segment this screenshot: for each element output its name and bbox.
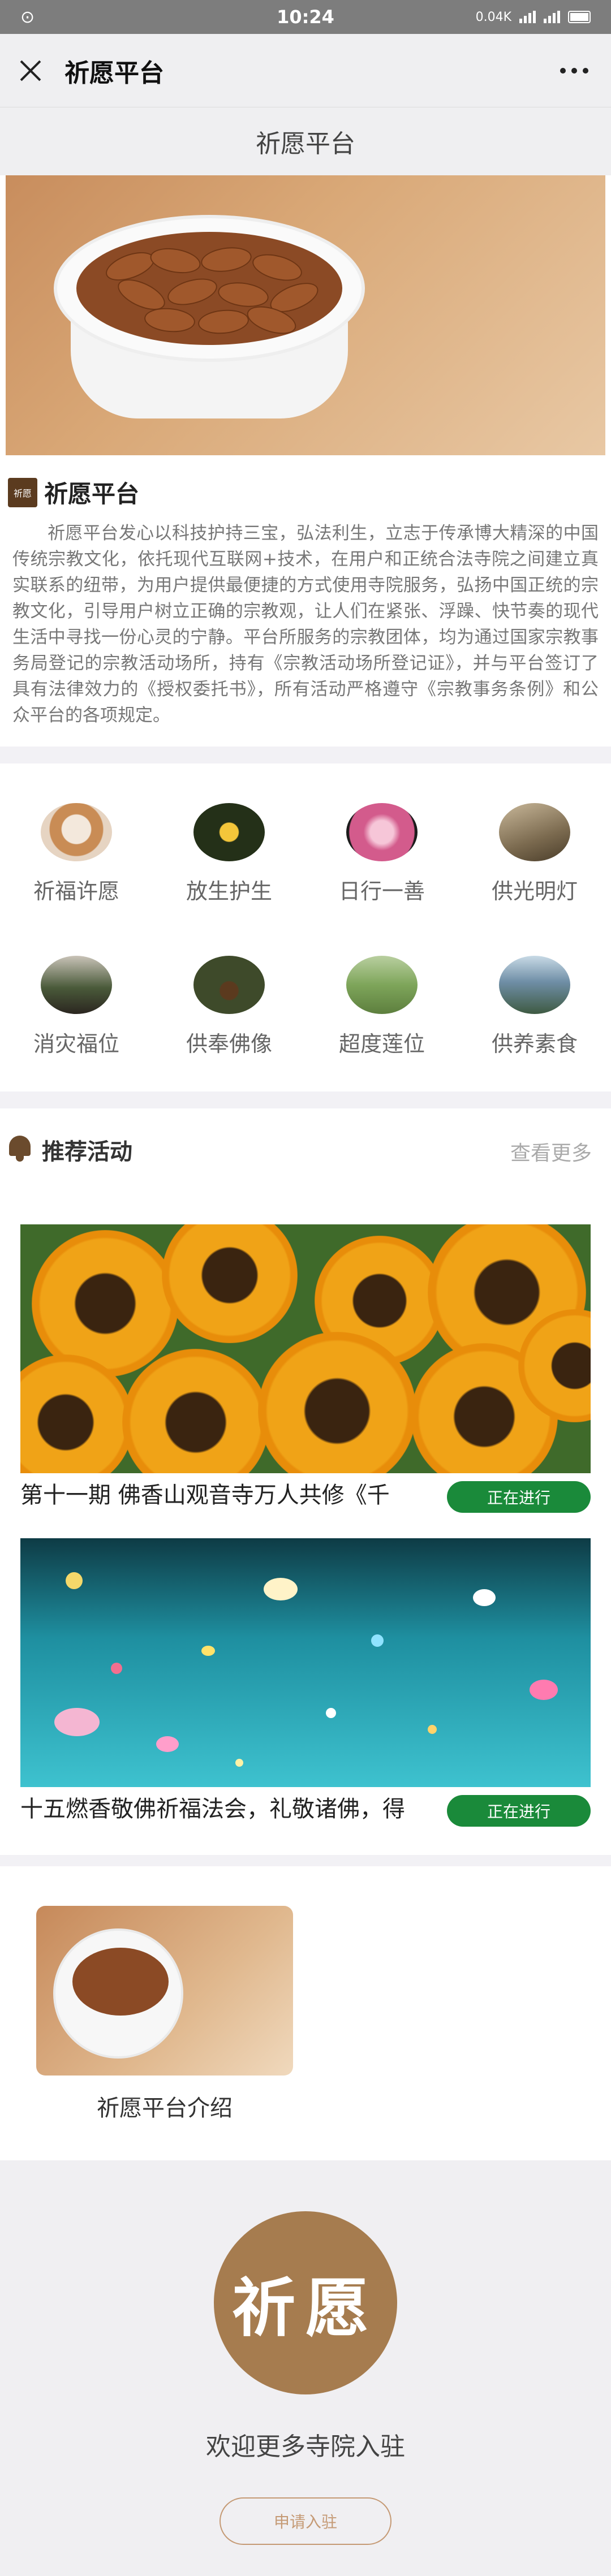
footer: 祈愿 欢迎更多寺院入驻 申请入驻 (0, 2160, 611, 2576)
flower-photo-icon (193, 803, 265, 861)
activity-caption: 第十一期 佛香山观音寺万人共修《千 正在进行 (20, 1473, 591, 1513)
service-item-disaster[interactable]: 消灾福位 (0, 916, 153, 1058)
hero-image (6, 175, 605, 455)
service-item-release[interactable]: 放生护生 (153, 763, 306, 905)
service-item-lamp[interactable]: 供光明灯 (458, 763, 611, 905)
service-item-buddha[interactable]: 供奉佛像 (153, 916, 306, 1058)
intro-card: 祈愿 祈愿平台 祈愿平台发心以科技护持三宝，弘法利生，立志于传承博大精深的中国传… (0, 175, 611, 747)
service-item-lotus[interactable]: 超度莲位 (306, 916, 458, 1058)
activity-name: 第十一期 佛香山观音寺万人共修《千 (20, 1482, 390, 1508)
services-grid: 祈福许愿 放生护生 日行一善 供光明灯 消灾福位 供奉佛像 超度莲位 供养素食 (0, 763, 611, 1091)
activity-name: 十五燃香敬佛祈福法会，礼敬诸佛，得 (20, 1796, 405, 1822)
seal-logo: 祈愿 (214, 2211, 397, 2394)
mountain-photo-icon (499, 956, 570, 1014)
dahlia-photo-icon (346, 803, 418, 861)
status-bar: ⊙ 10:24 0.04K (0, 0, 611, 34)
sunflowers-image (20, 1224, 591, 1473)
activities-header: 推荐活动 查看更多 (0, 1131, 611, 1165)
battery-icon (568, 11, 591, 23)
confetti-image (20, 1538, 591, 1787)
more-options-icon[interactable] (560, 68, 588, 74)
service-label: 供光明灯 (491, 879, 578, 904)
activity-caption: 十五燃香敬佛祈福法会，礼敬诸佛，得 正在进行 (20, 1787, 591, 1827)
nav-bar: 祈愿平台 (0, 34, 611, 107)
platform-logo: 祈愿 (8, 477, 37, 507)
service-label: 供养素食 (491, 1032, 578, 1056)
close-icon[interactable] (19, 59, 42, 82)
service-label: 祈福许愿 (33, 879, 119, 904)
apply-button[interactable]: 申请入驻 (220, 2497, 391, 2545)
sheep-photo-icon (346, 956, 418, 1014)
service-label: 放生护生 (186, 879, 272, 904)
platform-intro-caption[interactable]: 祈愿平台介绍 (36, 2090, 293, 2122)
platform-intro-thumbnail[interactable] (36, 1906, 293, 2076)
activity-card[interactable]: 第十一期 佛香山观音寺万人共修《千 正在进行 (20, 1224, 591, 1513)
deer-photo-icon (193, 956, 265, 1014)
activities-section: 推荐活动 查看更多 第十一期 佛香山观音寺万人共修《千 正在进行 十五燃香敬佛祈… (0, 1108, 611, 1855)
platform-intro-section: 祈愿平台介绍 (0, 1866, 611, 2160)
intro-description: 祈愿平台发心以科技护持三宝，弘法利生，立志于传承博大精深的中国传统宗教文化，依托… (12, 523, 599, 726)
status-time: 10:24 (277, 6, 334, 28)
view-more-link[interactable]: 查看更多 (510, 1137, 592, 1166)
plants-photo-icon (41, 956, 112, 1014)
service-label: 日行一善 (338, 879, 425, 904)
status-badge: 正在进行 (447, 1795, 591, 1827)
service-label: 消灾福位 (33, 1032, 119, 1056)
bird-photo-icon (499, 803, 570, 861)
welcome-text: 欢迎更多寺院入驻 (206, 2432, 405, 2461)
bell-icon (7, 1136, 33, 1162)
service-item-blessing[interactable]: 祈福许愿 (0, 763, 153, 905)
activity-card[interactable]: 十五燃香敬佛祈福法会，礼敬诸佛，得 正在进行 (20, 1538, 591, 1827)
service-item-good-deed[interactable]: 日行一善 (306, 763, 458, 905)
nav-title: 祈愿平台 (64, 58, 164, 88)
intro-heading: 祈愿 祈愿平台 (8, 475, 139, 510)
service-label: 供奉佛像 (186, 1032, 272, 1056)
intro-title: 祈愿平台 (44, 480, 140, 508)
status-badge: 正在进行 (447, 1481, 591, 1513)
page-title: 祈愿平台 (0, 107, 611, 175)
service-label: 超度莲位 (338, 1032, 425, 1056)
fox-photo-icon (41, 803, 112, 861)
service-item-vegetarian[interactable]: 供养素食 (458, 916, 611, 1058)
activities-title: 推荐活动 (42, 1139, 132, 1165)
